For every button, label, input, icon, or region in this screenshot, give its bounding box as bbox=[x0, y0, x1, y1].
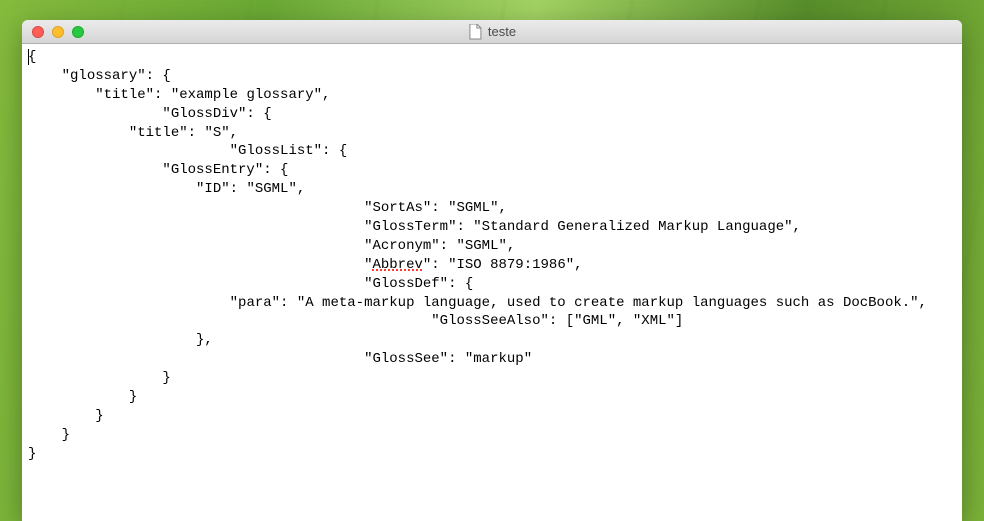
code-line: "ID": "SGML", bbox=[28, 181, 305, 197]
code-line: } bbox=[28, 446, 36, 462]
maximize-button[interactable] bbox=[72, 26, 84, 38]
window-titlebar[interactable]: teste bbox=[22, 20, 962, 44]
code-line: { bbox=[28, 49, 36, 65]
code-line: "GlossSeeAlso": ["GML", "XML"] bbox=[28, 313, 683, 329]
title-area: teste bbox=[468, 24, 516, 40]
text-editor-window: teste { "glossary": { "title": "example … bbox=[22, 20, 962, 521]
spellcheck-word: Abbrev bbox=[372, 257, 422, 273]
code-line: "GlossTerm": "Standard Generalized Marku… bbox=[28, 219, 801, 235]
code-line: "para": "A meta-markup language, used to… bbox=[28, 295, 927, 311]
code-line: ": "ISO 8879:1986", bbox=[423, 257, 583, 273]
code-line: "GlossEntry": { bbox=[28, 162, 288, 178]
code-line: }, bbox=[28, 332, 213, 348]
code-line: "Acronym": "SGML", bbox=[28, 238, 515, 254]
code-line: } bbox=[28, 389, 137, 405]
minimize-button[interactable] bbox=[52, 26, 64, 38]
code-line: "title": "S", bbox=[28, 125, 238, 141]
text-editor-content[interactable]: { "glossary": { "title": "example glossa… bbox=[22, 44, 962, 468]
code-line: "GlossDef": { bbox=[28, 276, 473, 292]
code-line: } bbox=[28, 370, 171, 386]
code-line: "GlossSee": "markup" bbox=[28, 351, 532, 367]
code-line: "GlossList": { bbox=[28, 143, 347, 159]
code-line: } bbox=[28, 408, 104, 424]
document-icon bbox=[468, 24, 482, 40]
close-button[interactable] bbox=[32, 26, 44, 38]
traffic-lights bbox=[22, 26, 84, 38]
code-line: "GlossDiv": { bbox=[28, 106, 272, 122]
code-line: "SortAs": "SGML", bbox=[28, 200, 507, 216]
window-title: teste bbox=[488, 24, 516, 39]
code-line: "glossary": { bbox=[28, 68, 171, 84]
code-line: } bbox=[28, 427, 70, 443]
code-line: "title": "example glossary", bbox=[28, 87, 330, 103]
code-line: " bbox=[28, 257, 372, 273]
